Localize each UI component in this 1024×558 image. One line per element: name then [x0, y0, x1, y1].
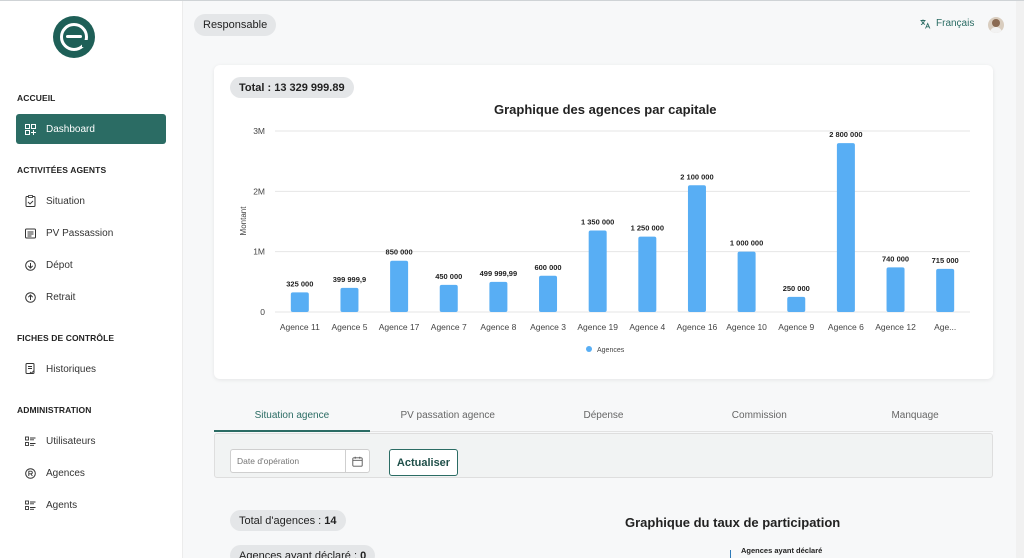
y-tick-label: 0 — [260, 307, 265, 317]
participation-axis — [730, 550, 731, 558]
chart-bar — [737, 251, 756, 312]
chart-bar — [390, 260, 409, 312]
data-label: 600 000 — [534, 263, 561, 272]
agency-icon — [24, 467, 36, 479]
chart-bar — [340, 287, 359, 312]
calendar-button[interactable] — [345, 449, 370, 473]
data-label: 2 800 000 — [829, 130, 862, 139]
x-tick-label: Agence 16 — [677, 322, 718, 332]
data-label: 740 000 — [882, 254, 909, 263]
sidebar-item-agences[interactable]: Agences — [16, 458, 166, 488]
data-label: 1 250 000 — [631, 224, 664, 233]
data-label: 715 000 — [932, 256, 959, 265]
sidebar-item-label: Agences — [46, 467, 85, 479]
x-tick-label: Age... — [934, 322, 956, 332]
data-label: 499 999,99 — [480, 269, 518, 278]
chart-bar — [836, 143, 855, 312]
section-administration: ADMINISTRATION — [17, 405, 92, 415]
agences-declare-label: Agences ayant déclaré : — [239, 549, 358, 558]
y-axis-label: Montant — [239, 206, 248, 236]
chart-bar — [687, 185, 706, 312]
tab-pv-passation-agence[interactable]: PV passation agence — [369, 402, 526, 432]
tab-depense[interactable]: Dépense — [525, 402, 682, 432]
x-tick-label: Agence 3 — [530, 322, 566, 332]
sidebar-item-label: Utilisateurs — [46, 435, 96, 447]
y-tick-label: 3M — [253, 126, 265, 136]
sidebar-item-agents[interactable]: Agents — [16, 490, 166, 520]
tab-manquage[interactable]: Manquage — [837, 402, 993, 432]
data-label: 1 350 000 — [581, 218, 614, 227]
x-tick-label: Agence 10 — [726, 322, 767, 332]
calendar-icon — [352, 456, 363, 467]
chart-bar — [638, 236, 657, 312]
chart-bar — [290, 292, 309, 312]
data-label: 2 100 000 — [680, 172, 713, 181]
sidebar-item-label: Agents — [46, 499, 78, 511]
chart-bar — [936, 268, 955, 312]
x-tick-label: Agence 9 — [778, 322, 814, 332]
x-tick-label: Agence 17 — [379, 322, 420, 332]
data-label: 250 000 — [783, 284, 810, 293]
tab-situation-agence[interactable]: Situation agence — [214, 402, 370, 432]
tab-bar: Situation agence PV passation agence Dép… — [214, 402, 993, 432]
data-label: 450 000 — [435, 272, 462, 281]
chart-bar — [439, 284, 458, 312]
participation-chart-title: Graphique du taux de participation — [625, 515, 841, 530]
x-tick-label: Agence 12 — [875, 322, 916, 332]
data-label: 1 000 000 — [730, 239, 763, 248]
agences-declare-badge: Agences ayant déclaré : 0 — [230, 545, 376, 558]
data-label: 325 000 — [286, 279, 313, 288]
chart-bar — [787, 296, 806, 312]
x-tick-label: Agence 5 — [332, 322, 368, 332]
legend-label: Agences — [597, 347, 625, 354]
date-operation-input[interactable] — [230, 449, 345, 473]
legend-marker — [586, 346, 592, 352]
x-tick-label: Agence 7 — [431, 322, 467, 332]
bar-chart: 0 1M 2M 3M Montant 325 000 Agence 11 399 999,9 A… — [239, 126, 970, 354]
y-tick-label: 2M — [253, 186, 265, 196]
x-tick-label: Agence 11 — [280, 322, 320, 332]
list-icon — [24, 435, 36, 447]
x-tick-label: Agence 8 — [480, 322, 516, 332]
agences-declare-value: 0 — [360, 549, 367, 558]
chart-bar — [886, 267, 905, 312]
x-tick-label: Agence 19 — [577, 322, 618, 332]
participation-legend-item: Agences ayant déclaré — [741, 546, 823, 555]
refresh-button[interactable]: Actualiser — [389, 449, 458, 476]
list-icon — [24, 499, 36, 511]
total-agences-label: Total d'agences : — [239, 514, 322, 527]
tab-commission[interactable]: Commission — [681, 402, 838, 432]
chart-bar — [489, 281, 508, 312]
data-label: 850 000 — [386, 248, 413, 257]
x-tick-label: Agence 6 — [828, 322, 864, 332]
chart-bar — [539, 275, 558, 312]
chart-bar — [588, 230, 607, 312]
y-tick-label: 1M — [253, 247, 265, 257]
x-tick-label: Agence 4 — [629, 322, 665, 332]
data-label: 399 999,9 — [333, 275, 366, 284]
total-agences-value: 14 — [324, 514, 337, 527]
total-agences-badge: Total d'agences : 14 — [230, 510, 346, 531]
sidebar-item-utilisateurs[interactable]: Utilisateurs — [16, 426, 166, 456]
